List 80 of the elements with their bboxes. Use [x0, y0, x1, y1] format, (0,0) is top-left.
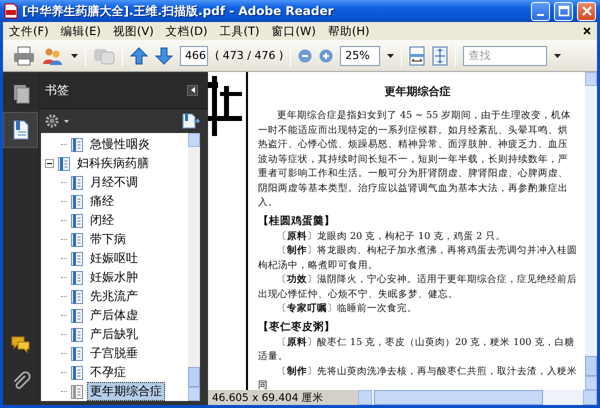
bookmark-icon [71, 290, 83, 304]
caret-icon[interactable] [64, 120, 69, 122]
menu-item[interactable]: 帮助(H) [324, 24, 378, 38]
collapse-panel-button[interactable] [187, 84, 198, 96]
minimize-button[interactable] [531, 2, 550, 20]
menu-item[interactable]: 视图(V) [108, 24, 162, 38]
menu-item[interactable]: 窗口(W) [268, 24, 324, 38]
fit-page-icon[interactable] [432, 46, 448, 66]
bookmark-item[interactable]: 急慢性咽炎 [41, 135, 188, 154]
bookmark-icon [71, 138, 83, 152]
bookmark-icon [71, 346, 83, 360]
page-count: ( 473 / 476 ) [215, 49, 284, 62]
bookmark-icon [71, 328, 83, 342]
bookmark-icon [71, 194, 83, 208]
bookmark-item[interactable]: 闭经 [41, 211, 188, 230]
paragraph: 〔专家叮嘱〕临睡前一次食完。 [276, 302, 418, 316]
close-icon[interactable] [583, 27, 591, 35]
maximize-button[interactable] [554, 2, 573, 20]
paragraph: 〔原料〕酸枣仁 15 克，枣皮（山萸肉）20 克，粳米 100 克，白糖适量。 [258, 336, 576, 364]
page-heading: 更年期综合症 [384, 84, 452, 99]
bookmark-icon [71, 384, 83, 398]
bookmark-item[interactable]: 子宫脱垂 [41, 344, 188, 363]
scrollbar[interactable] [585, 72, 597, 390]
maximize-icon [556, 4, 570, 18]
section-heading: 【桂圆鸡蛋羹】 [258, 214, 336, 228]
panel-title: 书签 [45, 82, 70, 98]
bookmark-item[interactable]: 痛经 [41, 192, 188, 211]
paragraph: 〔功效〕滋阴降火，宁心安神。适用于更年期综合症，症见绝经前后出现心悸怔忡、心烦不宁、失眠多梦、健忘。 [258, 273, 577, 302]
scrollbar[interactable] [358, 390, 597, 405]
bookmark-page-icon[interactable] [10, 120, 30, 140]
bookmark-icon [71, 232, 83, 246]
zoom-in-icon[interactable] [319, 48, 334, 62]
menu-item[interactable]: 文件(F) [5, 24, 57, 38]
gear-icon[interactable] [45, 114, 61, 128]
paragraph: 〔原料〕龙眼肉 20 克，枸杞子 10 克，鸡蛋 2 只。 [276, 230, 506, 244]
bookmark-icon [71, 366, 83, 380]
caret-icon[interactable] [554, 54, 562, 58]
arrow-up-icon[interactable] [130, 46, 148, 64]
printer-icon[interactable] [13, 46, 35, 66]
bookmark-icon [71, 214, 83, 228]
triangle-left-icon [190, 87, 194, 93]
page-number-field[interactable]: 466 [180, 46, 208, 66]
bookmark-icon [71, 252, 83, 266]
page-size: 46.605 x 69.404 厘米 [211, 391, 325, 405]
bookmark-icon [58, 156, 70, 170]
close-icon [580, 4, 594, 18]
zoom-field[interactable]: 25% [340, 46, 380, 66]
minimize-icon [537, 14, 544, 16]
window-title: [中华养生药膳大全].王维.扫描版.pdf - Adobe Reader [22, 2, 335, 20]
bookmark-item[interactable]: 带下病 [41, 230, 188, 249]
bookmark-item[interactable]: 产后体虚 [41, 306, 188, 325]
scrollbar[interactable] [188, 133, 200, 401]
bookmark-icon [71, 270, 83, 284]
bookmark-item[interactable]: 月经不调 [41, 173, 188, 192]
bookmark-item[interactable]: 妇科疾病药膳 [41, 154, 188, 173]
caret-icon[interactable] [71, 54, 78, 58]
bookmark-item[interactable]: 妊娠呕吐 [41, 249, 188, 268]
pdf-file-icon [4, 3, 18, 19]
bookmark-icon [71, 308, 83, 322]
bookmark-item[interactable]: 不孕症 [41, 363, 188, 382]
speech-bubbles-icon[interactable] [10, 335, 30, 355]
arrow-down-icon[interactable] [155, 46, 173, 64]
collapse-icon[interactable] [45, 159, 54, 168]
menu-item[interactable]: 工具(T) [216, 24, 268, 38]
paragraph: 〔制作〕将龙眼肉、枸杞子加水煮沸，再将鸡蛋去壳调匀并冲入桂圆枸杞汤中，略煮即可食用。 [258, 244, 577, 272]
people-icon[interactable] [42, 46, 64, 66]
caret-icon[interactable] [387, 54, 394, 58]
paragraph: 更年期综合症是指妇女到了 45 ~ 55 岁期间，由于生理改变，机体一时不能适应而出现特定的一系列症候群。如月经紊乱、头晕耳鸣、烘热盗汗、心悸心慌、烦躁易怒、精神异常、面浮肢肿、神疲乏力、血压波动等症状，其持续时间长短不一，短则一年半载，长则持续数年，严重者可影响工作和生活。一般可分为肝肾阴虚、脾肾阳虚、心脾两虚、阴阳两虚等基本类型。治疗应以益肾调气血为基本大法，再参酌兼症出入。 [258, 109, 572, 210]
fit-width-icon[interactable] [409, 46, 426, 66]
close-button[interactable] [577, 2, 596, 20]
bookmark-item[interactable]: 先兆流产 [41, 287, 188, 306]
bookmark-item[interactable]: 产后缺乳 [41, 325, 188, 344]
menu-item[interactable]: 文档(D) [162, 24, 216, 38]
bookmark-icon [71, 176, 83, 190]
bookmark-item[interactable]: 妊娠水肿 [41, 268, 188, 287]
section-heading: 【枣仁枣皮粥】 [258, 320, 336, 334]
paragraph: 〔制作〕先将山萸肉洗净去核，再与酸枣仁共煎，取汁去渣，入粳米同 [258, 364, 577, 390]
page-arrow-icon[interactable] [182, 113, 200, 129]
zoom-out-icon[interactable] [298, 48, 312, 62]
menu-item[interactable]: 编辑(E) [56, 24, 109, 38]
